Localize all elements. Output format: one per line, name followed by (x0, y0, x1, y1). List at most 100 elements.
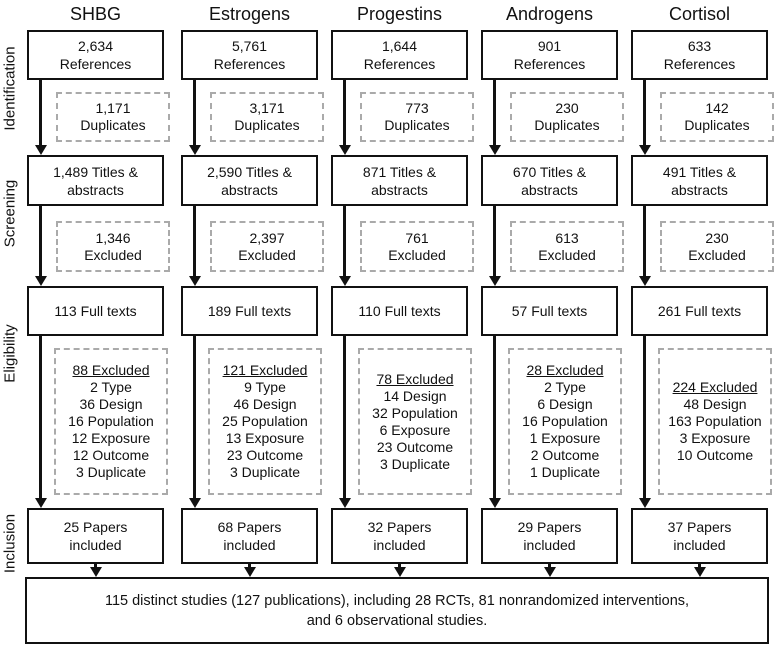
duplicates-box: 230 Duplicates (510, 92, 624, 142)
duplicates-line: Duplicates (684, 117, 750, 133)
excluded-line: 761 (405, 229, 429, 246)
excluded-line: 2,397 (249, 229, 285, 246)
screening-line: 1,489 Titles & (53, 163, 138, 180)
excluded-box: 761 Excluded (360, 221, 474, 272)
arrow-down-icon (188, 498, 201, 508)
included-line: included (523, 537, 576, 553)
included-line: 29 Papers (517, 519, 582, 535)
duplicates-line: 773 (405, 100, 429, 116)
screening-line: abstracts (371, 181, 428, 198)
duplicates-box: 3,171 Duplicates (210, 92, 324, 142)
exclusion-reason-line: 13 Exposure (225, 430, 305, 446)
arrow-down-icon (338, 498, 351, 508)
references-box: 901 References (481, 30, 618, 80)
flow-line (343, 79, 346, 146)
flow-line (493, 336, 496, 499)
eligibility-excluded-box: 121 Excluded 9 Type 46 Design 25 Population… (208, 348, 322, 495)
eligibility-excluded-title: 224 Excluded (672, 379, 758, 395)
column-header-shbg: SHBG (69, 4, 121, 24)
included-line: 25 Papers (63, 519, 128, 535)
exclusion-reason-line: 1 Duplicate (529, 464, 601, 480)
included-line: included (69, 537, 122, 553)
exclusion-reason-line: 32 Population (372, 404, 458, 421)
references-line: 5,761 (231, 38, 268, 54)
arrow-down-icon (34, 276, 47, 286)
arrow-down-icon (338, 145, 351, 155)
exclusion-reason-line: 23 Outcome (376, 438, 454, 455)
references-box: 2,634 References (27, 30, 164, 80)
excluded-line: 613 (555, 229, 579, 246)
screening-line: abstracts (671, 181, 728, 198)
screening-line: 670 Titles & (512, 163, 587, 180)
included-line: 37 Papers (667, 519, 732, 535)
flow-line (493, 205, 496, 277)
exclusion-reason-line: 14 Design (383, 387, 447, 404)
included-line: 32 Papers (367, 519, 432, 535)
excluded-box: 1,346 Excluded (56, 221, 170, 272)
included-line: included (373, 537, 426, 553)
exclusion-reason-line: 48 Design (683, 396, 747, 412)
excluded-box: 230 Excluded (660, 221, 774, 272)
duplicates-box: 142 Duplicates (660, 92, 774, 142)
exclusion-reason-line: 9 Type (244, 379, 286, 395)
exclusion-reason-line: 3 Exposure (679, 430, 751, 446)
screening-line: abstracts (521, 181, 578, 198)
included-box: 68 Papers included (181, 508, 318, 564)
references-line: 901 (537, 38, 562, 54)
exclusion-reason-line: 3 Duplicate (229, 464, 301, 480)
included-line: included (223, 537, 276, 553)
references-box: 5,761 References (181, 30, 318, 80)
flow-line (343, 336, 346, 499)
excluded-line: Excluded (84, 246, 142, 263)
screening-line: abstracts (221, 181, 278, 198)
duplicates-line: 230 (555, 100, 579, 116)
full-texts-label: 113 Full texts (54, 303, 137, 319)
duplicates-line: Duplicates (534, 117, 600, 133)
exclusion-reason-line: 3 Duplicate (75, 464, 147, 480)
arrow-down-icon (34, 498, 47, 508)
arrow-down-icon (488, 276, 501, 286)
screening-line: 2,590 Titles & (207, 163, 292, 180)
flow-line (39, 79, 42, 146)
eligibility-excluded-title: 88 Excluded (72, 362, 150, 378)
eligibility-excluded-box: 88 Excluded 2 Type 36 Design 16 Population 1… (54, 348, 168, 495)
arrow-down-icon (34, 145, 47, 155)
arrow-down-icon (543, 567, 556, 577)
full-texts-box: 113 Full texts (27, 286, 164, 336)
included-box: 32 Papers included (331, 508, 468, 564)
stage-label-screening: Screening (1, 179, 19, 248)
full-texts-label: 57 Full texts (511, 303, 588, 319)
exclusion-reason-line: 163 Population (668, 413, 762, 429)
arrow-down-icon (338, 276, 351, 286)
full-texts-label: 189 Full texts (207, 303, 292, 319)
screening-line: 871 Titles & (362, 163, 437, 180)
references-line: References (363, 56, 436, 72)
arrow-down-icon (89, 567, 102, 577)
eligibility-excluded-title: 78 Excluded (376, 370, 454, 387)
exclusion-reason-line: 12 Exposure (71, 430, 151, 446)
full-texts-label: 110 Full texts (358, 303, 441, 319)
references-line: References (663, 56, 736, 72)
column-header-cortisol: Cortisol (668, 4, 730, 24)
flow-line (643, 79, 646, 146)
flow-line (39, 336, 42, 499)
excluded-line: Excluded (538, 246, 596, 263)
summary-line-2: and 6 observational studies. (306, 612, 488, 629)
screening-box: 871 Titles & abstracts (331, 155, 468, 206)
excluded-line: 1,346 (95, 229, 131, 246)
duplicates-line: Duplicates (234, 117, 300, 133)
column-header-androgens: Androgens (505, 4, 594, 24)
duplicates-line: 1,171 (95, 100, 131, 116)
arrow-down-icon (488, 498, 501, 508)
exclusion-reason-line: 16 Population (522, 413, 608, 429)
duplicates-box: 773 Duplicates (360, 92, 474, 142)
column-header-progestins: Progestins (356, 4, 443, 24)
arrow-down-icon (393, 567, 406, 577)
references-line: References (513, 56, 586, 72)
duplicates-line: Duplicates (384, 117, 450, 133)
references-line: References (59, 56, 132, 72)
exclusion-reason-line: 2 Type (544, 379, 586, 395)
included-line: included (673, 537, 726, 553)
eligibility-excluded-title: 28 Excluded (526, 362, 604, 378)
arrow-down-icon (638, 276, 651, 286)
